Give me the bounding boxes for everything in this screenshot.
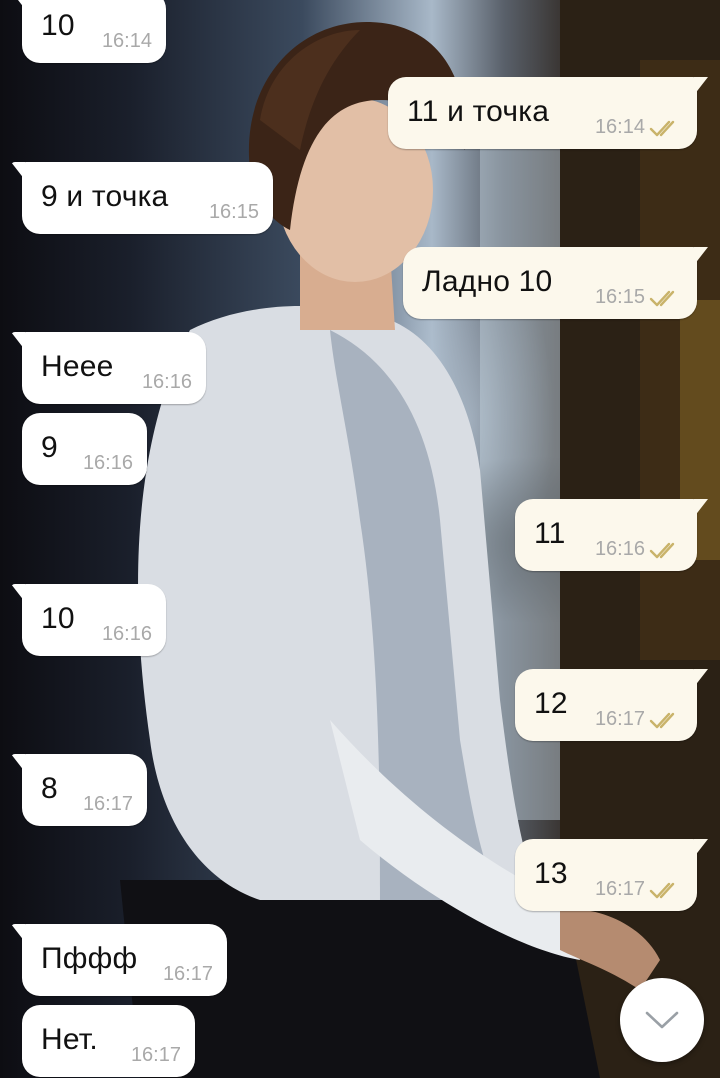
message-incoming[interactable]: Пффф 16:17: [11, 924, 227, 996]
message-meta: 16:14: [102, 30, 152, 53]
message-outgoing[interactable]: 13 16:17: [515, 839, 708, 911]
message-text: 8: [41, 772, 58, 805]
message-time: 16:17: [594, 878, 645, 900]
message-meta: 16:16: [83, 452, 133, 475]
message-meta: 16:17: [595, 878, 683, 901]
message-text: 12: [534, 687, 568, 720]
message-outgoing[interactable]: Ладно 10 16:15: [403, 247, 708, 319]
message-text: 9 и точка: [41, 180, 169, 213]
message-meta: 16:16: [595, 538, 683, 561]
message-meta: 16:15: [595, 286, 683, 309]
message-meta: 16:15: [209, 201, 259, 224]
double-check-icon: [649, 290, 675, 306]
message-time: 16:16: [594, 538, 645, 560]
message-text: Пффф: [41, 942, 138, 975]
message-time: 16:17: [594, 708, 645, 730]
message-text: 9: [41, 431, 58, 464]
message-text: Ладно 10: [422, 265, 553, 298]
message-time: 16:16: [141, 371, 192, 393]
message-meta: 16:17: [83, 793, 133, 816]
scroll-to-bottom-button[interactable]: [620, 978, 704, 1062]
message-text: 10: [41, 9, 75, 42]
message-text: Неее: [41, 350, 114, 383]
message-meta: 16:16: [142, 371, 192, 394]
chevron-down-icon: [645, 1011, 679, 1029]
message-incoming[interactable]: Неее 16:16: [11, 332, 206, 404]
message-incoming[interactable]: 8 16:17: [11, 754, 147, 826]
message-time: 16:15: [594, 286, 645, 308]
message-text: 11 и точка: [407, 95, 550, 128]
message-incoming[interactable]: 9 16:16: [22, 413, 147, 485]
message-outgoing[interactable]: 11 16:16: [515, 499, 708, 571]
message-outgoing[interactable]: 11 и точка 16:14: [388, 77, 708, 149]
message-incoming[interactable]: Нет. 16:17: [22, 1005, 195, 1077]
message-time: 16:17: [130, 1044, 181, 1066]
message-time: 16:16: [82, 452, 133, 474]
message-time: 16:17: [162, 963, 213, 985]
message-incoming[interactable]: 10 16:16: [11, 584, 166, 656]
message-meta: 16:17: [595, 708, 683, 731]
double-check-icon: [649, 120, 675, 136]
message-meta: 16:16: [102, 623, 152, 646]
message-meta: 16:17: [131, 1044, 181, 1067]
message-time: 16:17: [82, 793, 133, 815]
message-time: 16:16: [101, 623, 152, 645]
double-check-icon: [649, 882, 675, 898]
message-time: 16:14: [101, 30, 152, 52]
message-text: Нет.: [41, 1023, 98, 1056]
message-text: 11: [534, 517, 566, 550]
message-outgoing[interactable]: 12 16:17: [515, 669, 708, 741]
message-meta: 16:14: [595, 116, 683, 139]
message-incoming[interactable]: 9 и точка 16:15: [11, 162, 273, 234]
double-check-icon: [649, 712, 675, 728]
message-time: 16:14: [594, 116, 645, 138]
message-meta: 16:17: [163, 963, 213, 986]
double-check-icon: [649, 542, 675, 558]
message-text: 13: [534, 857, 568, 890]
message-incoming[interactable]: 10 16:14: [11, 0, 166, 63]
message-text: 10: [41, 602, 75, 635]
message-time: 16:15: [208, 201, 259, 223]
